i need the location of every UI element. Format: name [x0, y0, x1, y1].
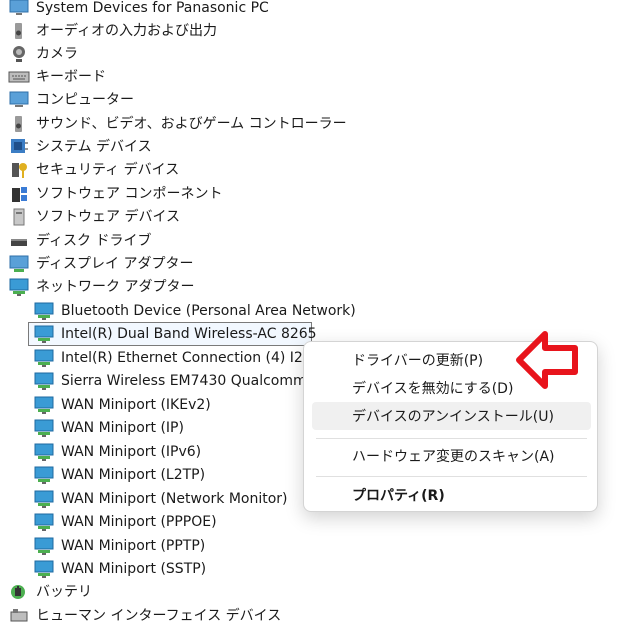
battery-icon	[8, 582, 30, 602]
monitor-icon	[8, 0, 30, 18]
network-adapter-icon	[33, 489, 55, 509]
menu-item-label: プロパティ(R)	[352, 488, 445, 504]
speaker-icon	[8, 114, 30, 134]
tree-item-label: コンピューター	[36, 92, 134, 108]
tree-item-network-adapters[interactable]: ネットワーク アダプター	[8, 276, 194, 298]
keyboard-icon	[8, 67, 30, 87]
tree-item-label: WAN Miniport (PPTP)	[61, 538, 206, 554]
tree-item-label: ソフトウェア デバイス	[36, 209, 181, 225]
hid-icon	[8, 606, 30, 626]
tree-item-computer[interactable]: コンピューター	[8, 89, 134, 111]
display-adapter-icon	[8, 254, 30, 274]
tree-item-software-devices[interactable]: ソフトウェア デバイス	[8, 206, 180, 228]
network-adapter-icon	[8, 277, 30, 297]
tree-item-intel-ethernet-i219[interactable]: Intel(R) Ethernet Connection (4) I219	[33, 347, 321, 369]
tree-item-batteries[interactable]: バッテリ	[8, 581, 92, 603]
computer-icon	[8, 90, 30, 110]
tree-item-wan-l2tp[interactable]: WAN Miniport (L2TP)	[33, 464, 205, 486]
menu-separator	[316, 438, 587, 439]
tree-item-label: ディスプレイ アダプター	[36, 256, 194, 272]
tree-item-wan-ikev2[interactable]: WAN Miniport (IKEv2)	[33, 394, 211, 416]
tree-item-display-adapters[interactable]: ディスプレイ アダプター	[8, 253, 193, 275]
tree-item-label: Intel(R) Ethernet Connection (4) I219	[61, 350, 321, 366]
tree-item-label: WAN Miniport (L2TP)	[61, 467, 206, 483]
tree-item-wan-pptp[interactable]: WAN Miniport (PPTP)	[33, 535, 205, 557]
network-adapter-icon	[33, 465, 55, 485]
tree-item-label: バッテリ	[36, 584, 92, 600]
tree-item-label: ソフトウェア コンポーネント	[36, 186, 223, 202]
tree-item-label: WAN Miniport (IPv6)	[61, 444, 202, 460]
tree-item-label: カメラ	[36, 46, 78, 62]
network-adapter-icon	[33, 559, 55, 579]
tree-item-system-devices-panasonic[interactable]: System Devices for Panasonic PC	[8, 0, 269, 19]
tree-item-disk-drives[interactable]: ディスク ドライブ	[8, 230, 151, 252]
network-adapter-icon	[33, 442, 55, 462]
tree-item-wan-pppoe[interactable]: WAN Miniport (PPPOE)	[33, 511, 217, 533]
tree-item-sierra-wireless[interactable]: Sierra Wireless EM7430 Qualcomm®	[33, 370, 321, 392]
tree-item-camera[interactable]: カメラ	[8, 43, 78, 65]
network-adapter-icon	[33, 348, 55, 368]
tree-item-label: WAN Miniport (SSTP)	[61, 561, 207, 577]
tree-item-label: システム デバイス	[36, 139, 152, 155]
tree-item-security-devices[interactable]: セキュリティ デバイス	[8, 159, 179, 181]
software-device-icon	[8, 207, 30, 227]
tree-item-software-components[interactable]: ソフトウェア コンポーネント	[8, 183, 222, 205]
tree-item-label: Intel(R) Dual Band Wireless-AC 8265	[61, 326, 317, 342]
menu-item-label: デバイスを無効にする(D)	[352, 381, 514, 397]
tree-item-hid[interactable]: ヒューマン インターフェイス デバイス	[8, 605, 281, 627]
network-adapter-icon	[33, 324, 55, 344]
menu-item-label: デバイスのアンインストール(U)	[352, 409, 554, 425]
tree-item-label: WAN Miniport (PPPOE)	[61, 514, 217, 530]
menu-item-properties[interactable]: プロパティ(R)	[312, 481, 591, 509]
system-device-icon	[8, 137, 30, 157]
tree-item-system-devices[interactable]: システム デバイス	[8, 136, 152, 158]
tree-item-label: ディスク ドライブ	[36, 233, 152, 249]
tree-item-label: オーディオの入力および出力	[36, 23, 218, 39]
software-component-icon	[8, 184, 30, 204]
tree-item-audio-io[interactable]: オーディオの入力および出力	[8, 20, 217, 42]
tree-item-label: キーボード	[36, 69, 106, 85]
tree-item-label: Sierra Wireless EM7430 Qualcomm®	[61, 373, 321, 389]
network-adapter-icon	[33, 371, 55, 391]
network-adapter-icon	[33, 512, 55, 532]
network-adapter-icon	[33, 536, 55, 556]
tree-item-sound-video-game[interactable]: サウンド、ビデオ、およびゲーム コントローラー	[8, 113, 347, 135]
network-adapter-icon	[33, 418, 55, 438]
tree-item-label: WAN Miniport (Network Monitor)	[61, 491, 288, 507]
tree-item-keyboard[interactable]: キーボード	[8, 66, 106, 88]
menu-item-scan-hardware[interactable]: ハードウェア変更のスキャン(A)	[312, 442, 591, 470]
tree-item-label: WAN Miniport (IKEv2)	[61, 397, 211, 413]
tree-item-label: ネットワーク アダプター	[36, 279, 195, 295]
tree-item-wan-ip[interactable]: WAN Miniport (IP)	[33, 417, 184, 439]
disk-drive-icon	[8, 231, 30, 251]
network-adapter-icon	[33, 301, 55, 321]
tree-item-wan-network-monitor[interactable]: WAN Miniport (Network Monitor)	[33, 488, 288, 510]
tree-item-label: System Devices for Panasonic PC	[36, 0, 269, 16]
menu-item-label: ドライバーの更新(P)	[352, 353, 484, 369]
tree-item-bluetooth-pan[interactable]: Bluetooth Device (Personal Area Network)	[33, 300, 356, 322]
speaker-icon	[8, 21, 30, 41]
security-key-icon	[8, 160, 30, 180]
tree-item-intel-wireless-ac-8265[interactable]: Intel(R) Dual Band Wireless-AC 8265	[33, 323, 317, 345]
tree-item-label: Bluetooth Device (Personal Area Network)	[61, 303, 356, 319]
menu-item-label: ハードウェア変更のスキャン(A)	[352, 449, 555, 465]
tree-item-label: WAN Miniport (IP)	[61, 420, 184, 436]
tree-item-wan-sstp[interactable]: WAN Miniport (SSTP)	[33, 558, 206, 580]
camera-icon	[8, 44, 30, 64]
red-arrow-icon	[515, 330, 579, 394]
tree-item-label: サウンド、ビデオ、およびゲーム コントローラー	[36, 116, 347, 132]
network-adapter-icon	[33, 395, 55, 415]
menu-separator	[316, 476, 587, 477]
tree-item-wan-ipv6[interactable]: WAN Miniport (IPv6)	[33, 441, 201, 463]
tree-item-label: セキュリティ デバイス	[36, 162, 180, 178]
tree-item-label: ヒューマン インターフェイス デバイス	[36, 608, 282, 624]
menu-item-uninstall-device[interactable]: デバイスのアンインストール(U)	[312, 402, 591, 430]
